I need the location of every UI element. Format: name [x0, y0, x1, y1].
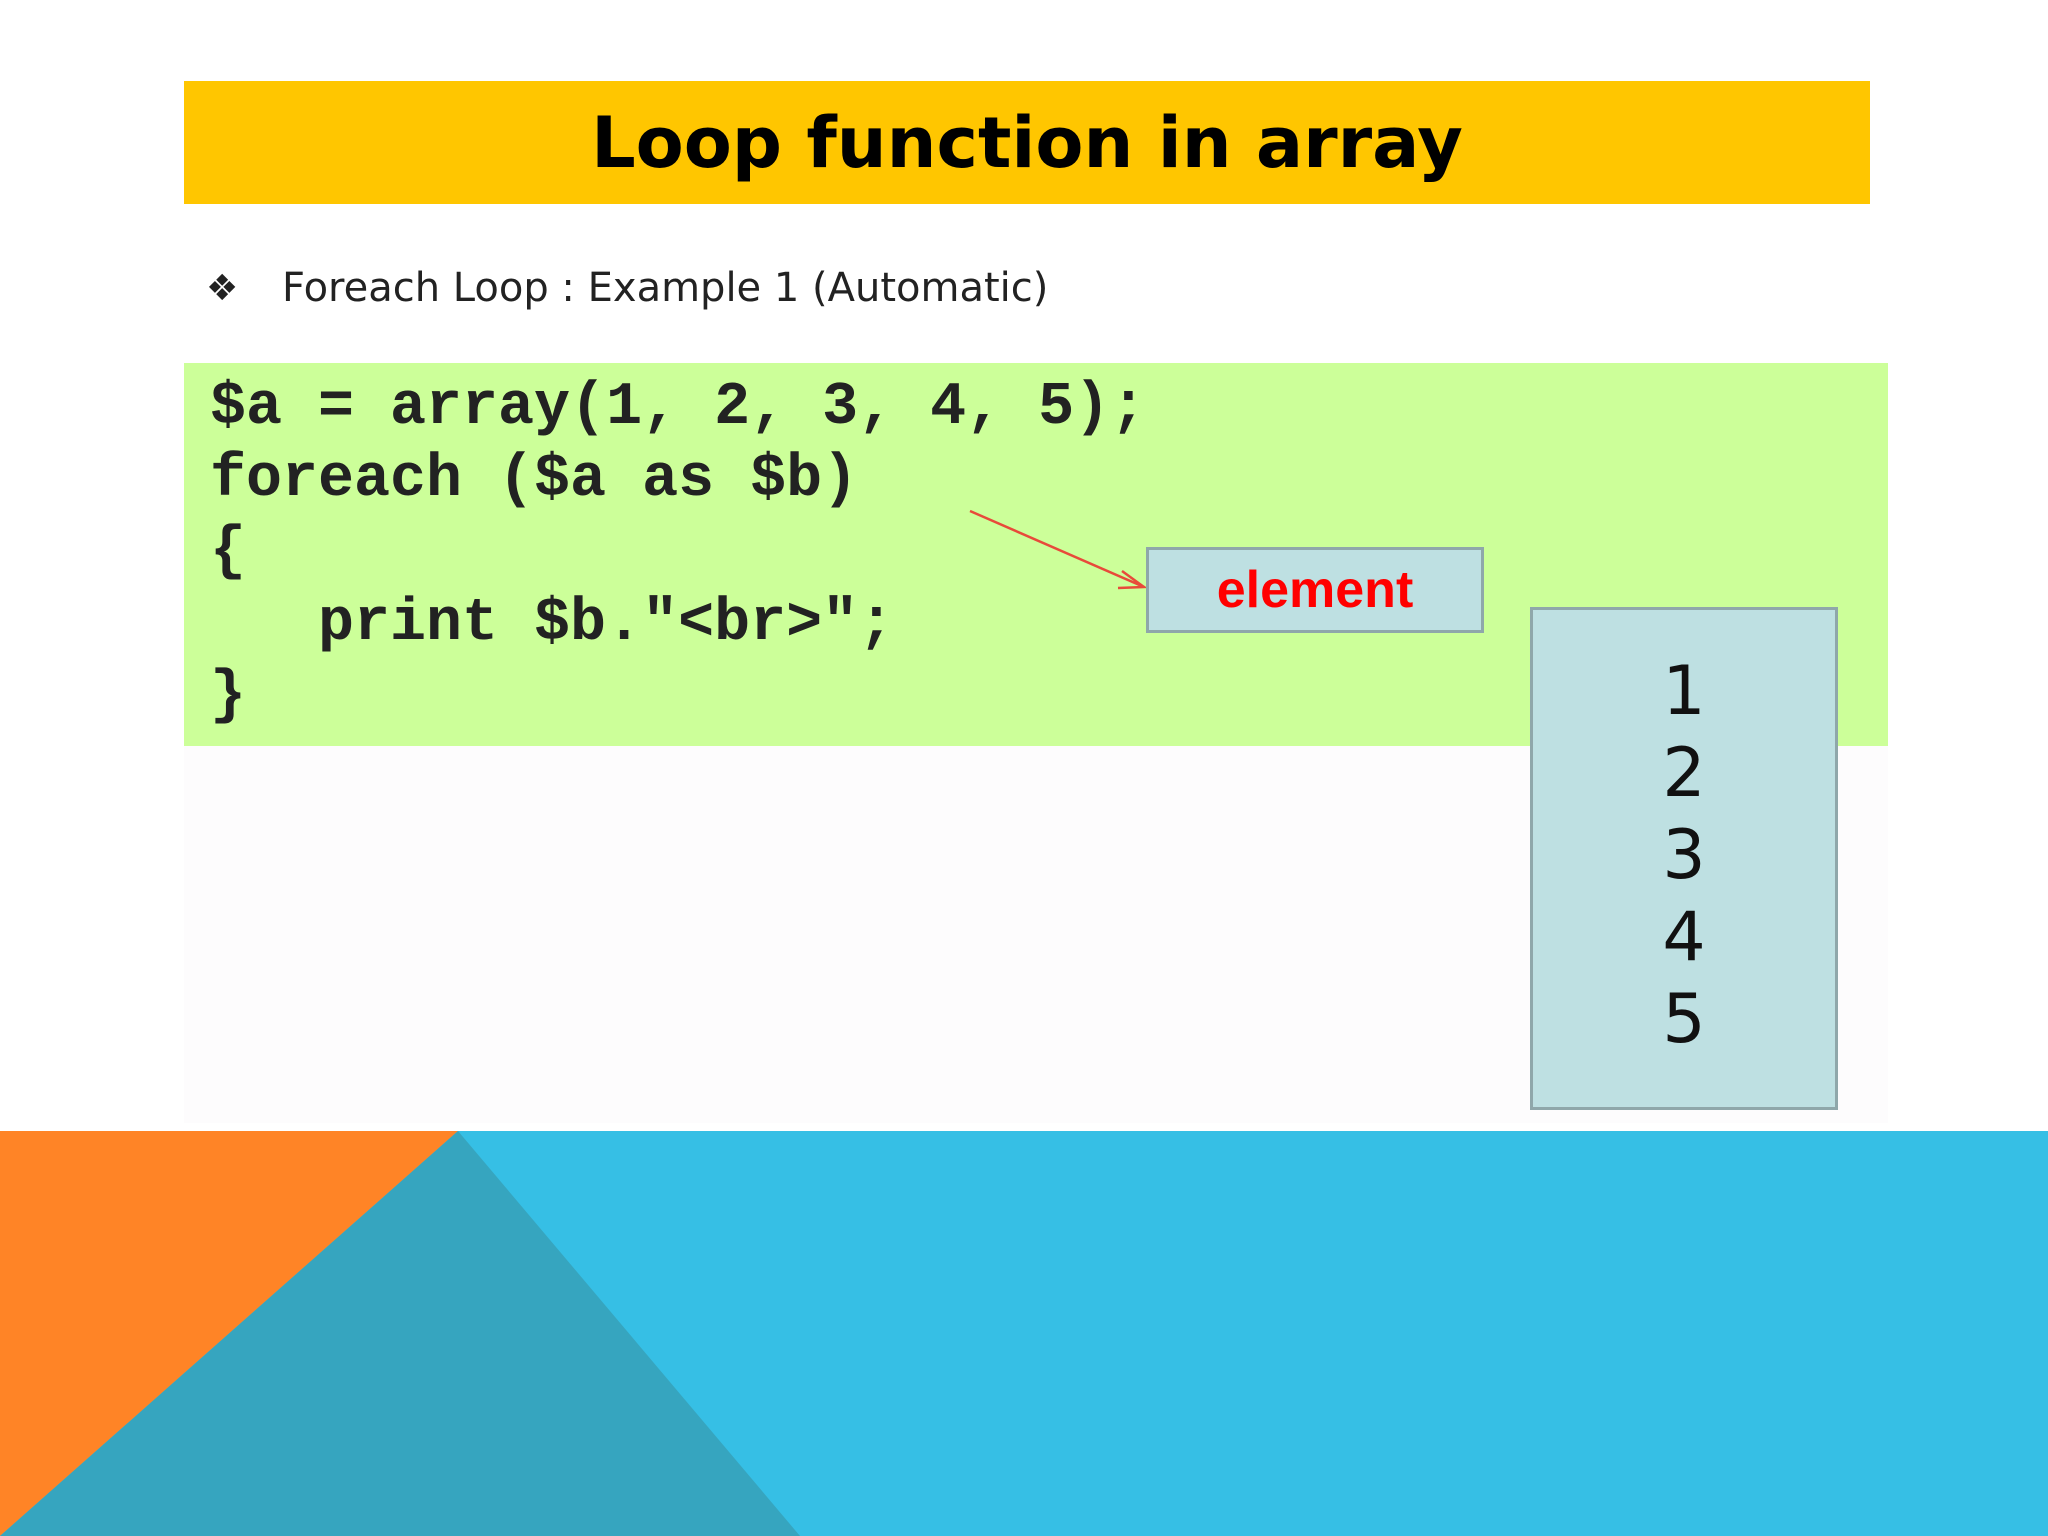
bullet-item: ❖ Foreach Loop : Example 1 (Automatic) [206, 262, 1048, 314]
slide: Loop function in array ❖ Foreach Loop : … [0, 0, 2048, 1536]
element-callout: element [1146, 547, 1484, 633]
output-value: 3 [1662, 815, 1706, 895]
code-line-4: print $b."<br>"; [210, 590, 895, 658]
slide-title: Loop function in array [591, 101, 1463, 184]
title-bar: Loop function in array [184, 81, 1870, 204]
bullet-text: Foreach Loop : Example 1 (Automatic) [282, 265, 1049, 311]
output-box: 1 2 3 4 5 [1530, 607, 1838, 1110]
diamond-bullet-icon: ❖ [206, 267, 239, 309]
output-value: 4 [1662, 897, 1706, 977]
code-line-5: } [210, 662, 247, 730]
output-value: 2 [1662, 733, 1706, 813]
output-value: 1 [1662, 651, 1706, 731]
code-line-2: foreach ($a as $b) [210, 446, 859, 514]
element-label: element [1216, 561, 1414, 619]
code-line-3: { [210, 518, 247, 586]
output-value: 5 [1662, 979, 1706, 1059]
code-line-1: $a = array(1, 2, 3, 4, 5); [210, 374, 1147, 442]
